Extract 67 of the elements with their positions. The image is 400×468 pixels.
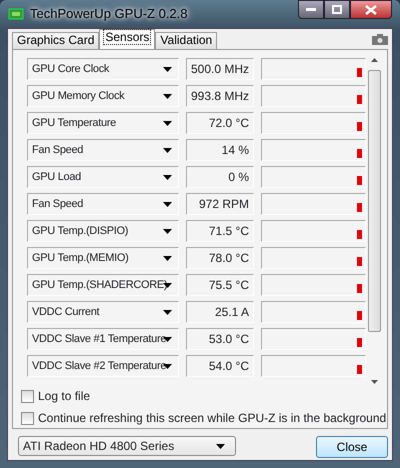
- graph-trace: [357, 122, 362, 131]
- graph-trace: [357, 176, 362, 185]
- sensor-dropdown[interactable]: GPU Temperature: [27, 112, 179, 134]
- sensor-dropdown[interactable]: GPU Temp.(MEMIO): [27, 247, 179, 269]
- sensor-value: 71.5 °C: [186, 220, 254, 242]
- graph-trace: [357, 338, 362, 347]
- sensor-dropdown[interactable]: GPU Temp.(SHADERCORE): [27, 274, 179, 296]
- graph-trace: [357, 203, 362, 212]
- caret-icon: [163, 175, 172, 180]
- close-window-button[interactable]: [350, 0, 392, 19]
- sensor-dropdown[interactable]: VDDC Current: [27, 301, 179, 323]
- caret-icon: [163, 94, 172, 99]
- caret-icon: [163, 310, 172, 315]
- scrollbar[interactable]: [367, 58, 382, 384]
- graph-trace: [357, 257, 362, 266]
- sensor-value: 75.5 °C: [186, 274, 254, 296]
- caret-icon: [163, 202, 172, 207]
- scroll-up-icon[interactable]: [371, 58, 378, 62]
- caret-icon: [163, 67, 172, 72]
- app-icon: [8, 7, 24, 21]
- minimize-icon: [306, 8, 316, 12]
- sensor-dropdown[interactable]: Fan Speed: [27, 193, 179, 215]
- sensor-dropdown[interactable]: GPU Load: [27, 166, 179, 188]
- camera-icon[interactable]: [372, 34, 388, 45]
- maximize-button[interactable]: [324, 0, 350, 19]
- close-button[interactable]: Close: [316, 436, 388, 458]
- sensor-value: 972 RPM: [186, 193, 254, 215]
- scroll-down-icon[interactable]: [371, 380, 378, 384]
- caret-icon: [216, 444, 225, 448]
- checkbox[interactable]: [21, 412, 34, 424]
- checkbox[interactable]: [21, 390, 34, 402]
- sensor-dropdown[interactable]: Fan Speed: [27, 139, 179, 161]
- sensor-value: 25.1 A: [186, 301, 254, 323]
- graph-trace: [357, 230, 362, 239]
- window-title: TechPowerUp GPU-Z 0.2.8: [30, 5, 188, 24]
- sensor-dropdown[interactable]: GPU Memory Clock: [27, 85, 179, 107]
- checkbox-label: Log to file: [38, 388, 90, 405]
- sensor-value: 54.0 °C: [186, 355, 254, 377]
- caret-icon: [163, 229, 172, 234]
- sensor-value: 72.0 °C: [186, 112, 254, 134]
- graph-trace: [357, 284, 362, 293]
- sensor-value: 14 %: [186, 139, 254, 161]
- sensor-dropdown[interactable]: VDDC Slave #1 Temperature: [27, 328, 179, 350]
- graph-trace: [357, 365, 362, 374]
- graph-trace: [357, 68, 362, 77]
- sensor-value: 500.0 MHz: [186, 58, 254, 80]
- sensor-dropdown[interactable]: GPU Core Clock: [27, 58, 179, 80]
- graph-trace: [357, 149, 362, 158]
- sensor-value: 53.0 °C: [186, 328, 254, 350]
- tab[interactable]: Graphics Card: [12, 32, 100, 49]
- sensor-value: 993.8 MHz: [186, 85, 254, 107]
- checkbox-label: Continue refreshing this screen while GPU-Z is in the background: [38, 410, 386, 427]
- tab[interactable]: Validation: [155, 32, 218, 49]
- sensor-value: 0 %: [186, 166, 254, 188]
- sensor-value: 78.0 °C: [186, 247, 254, 269]
- graphics-card-dropdown[interactable]: ATI Radeon HD 4800 Series: [18, 436, 236, 456]
- maximize-icon: [332, 5, 342, 14]
- graph-trace: [357, 311, 362, 320]
- caret-icon: [163, 121, 172, 126]
- graph-trace: [357, 95, 362, 104]
- caret-icon: [163, 148, 172, 153]
- sensor-dropdown[interactable]: GPU Temp.(DISPIO): [27, 220, 179, 242]
- caret-icon: [163, 256, 172, 261]
- sensor-dropdown[interactable]: VDDC Slave #2 Temperature: [27, 355, 179, 377]
- tab[interactable]: Sensors: [99, 29, 156, 49]
- minimize-button[interactable]: [298, 0, 324, 19]
- close-icon: [365, 4, 377, 14]
